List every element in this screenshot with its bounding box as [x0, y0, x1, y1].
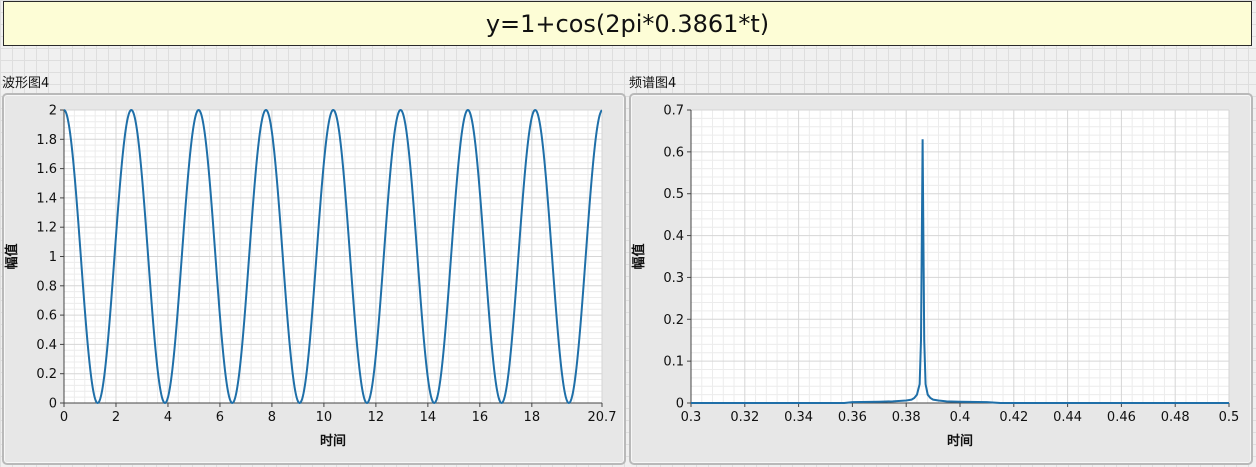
x-tick-label: 10 — [316, 410, 333, 425]
waveform-caption: 波形图4 — [2, 76, 50, 91]
y-tick-label: 0.5 — [663, 187, 684, 202]
x-tick-label: 0.34 — [784, 410, 813, 425]
formula-display: y=1+cos(2pi*0.3861*t) — [3, 1, 1252, 46]
x-tick-label: 0.42 — [999, 410, 1028, 425]
y-tick-label: 1.8 — [36, 133, 57, 148]
x-tick-label: 12 — [368, 410, 385, 425]
y-tick-label: 0.2 — [663, 313, 684, 328]
labview-front-panel: y=1+cos(2pi*0.3861*t) 波形图4 频谱图4 0 2 4 6 8 10 1… — [0, 0, 1256, 467]
waveform-plot[interactable]: 0 2 4 6 8 10 12 14 16 18 20.7 0 0.2 0.4 0.6 0.8 1 1.2 1.4 1… — [4, 95, 628, 467]
y-tick-label: 0.6 — [36, 309, 57, 324]
x-tick-label: 0.32 — [730, 410, 759, 425]
x-axis-title: 时间 — [947, 433, 973, 449]
y-tick-label: 0.3 — [663, 271, 684, 286]
x-tick-label: 16 — [472, 410, 489, 425]
y-tick-label: 0 — [49, 397, 57, 412]
y-axis-title: 幅值 — [4, 243, 20, 269]
x-tick-label: 0.5 — [1219, 410, 1240, 425]
y-tick-label: 0 — [676, 397, 684, 412]
x-tick-label: 20.7 — [588, 410, 617, 425]
y-tick-label: 1.4 — [36, 191, 57, 206]
y-tick-label: 1.6 — [36, 162, 57, 177]
x-tick-label: 0.4 — [950, 410, 971, 425]
x-tick-label: 0 — [60, 410, 68, 425]
y-tick-label: 0.4 — [36, 338, 57, 353]
y-tick-label: 0.1 — [663, 355, 684, 370]
y-tick-label: 1.2 — [36, 221, 57, 236]
x-tick-label: 0.38 — [892, 410, 921, 425]
x-tick-label: 2 — [112, 410, 120, 425]
x-tick-label: 18 — [524, 410, 541, 425]
x-tick-label: 0.44 — [1053, 410, 1082, 425]
y-tick-label: 0.2 — [36, 367, 57, 382]
x-tick-label: 0.46 — [1107, 410, 1136, 425]
spectrum-graph[interactable]: 0.3 0.32 0.34 0.36 0.38 0.4 0.42 0.44 0.46 0.48 0.… — [629, 93, 1253, 465]
waveform-graph[interactable]: 0 2 4 6 8 10 12 14 16 18 20.7 0 0.2 0.4 0.6 0.8 1 1.2 1.4 1… — [2, 93, 626, 465]
x-tick-label: 14 — [420, 410, 437, 425]
x-tick-label: 0.3 — [681, 410, 702, 425]
y-tick-label: 1 — [49, 250, 57, 265]
y-tick-label: 0.7 — [663, 104, 684, 119]
spectrum-caption: 频谱图4 — [629, 76, 677, 91]
y-tick-label: 0.4 — [663, 229, 684, 244]
x-tick-label: 8 — [268, 410, 276, 425]
x-tick-label: 0.48 — [1161, 410, 1190, 425]
x-tick-label: 4 — [164, 410, 172, 425]
spectrum-plot[interactable]: 0.3 0.32 0.34 0.36 0.38 0.4 0.42 0.44 0.46 0.48 0.… — [631, 95, 1255, 467]
y-tick-label: 0.8 — [36, 279, 57, 294]
x-tick-label: 0.36 — [838, 410, 867, 425]
y-tick-label: 2 — [49, 104, 57, 119]
x-axis-title: 时间 — [320, 433, 346, 449]
y-axis-title: 幅值 — [631, 243, 647, 269]
y-tick-label: 0.6 — [663, 145, 684, 160]
formula-text: y=1+cos(2pi*0.3861*t) — [485, 9, 770, 38]
x-tick-label: 6 — [216, 410, 224, 425]
